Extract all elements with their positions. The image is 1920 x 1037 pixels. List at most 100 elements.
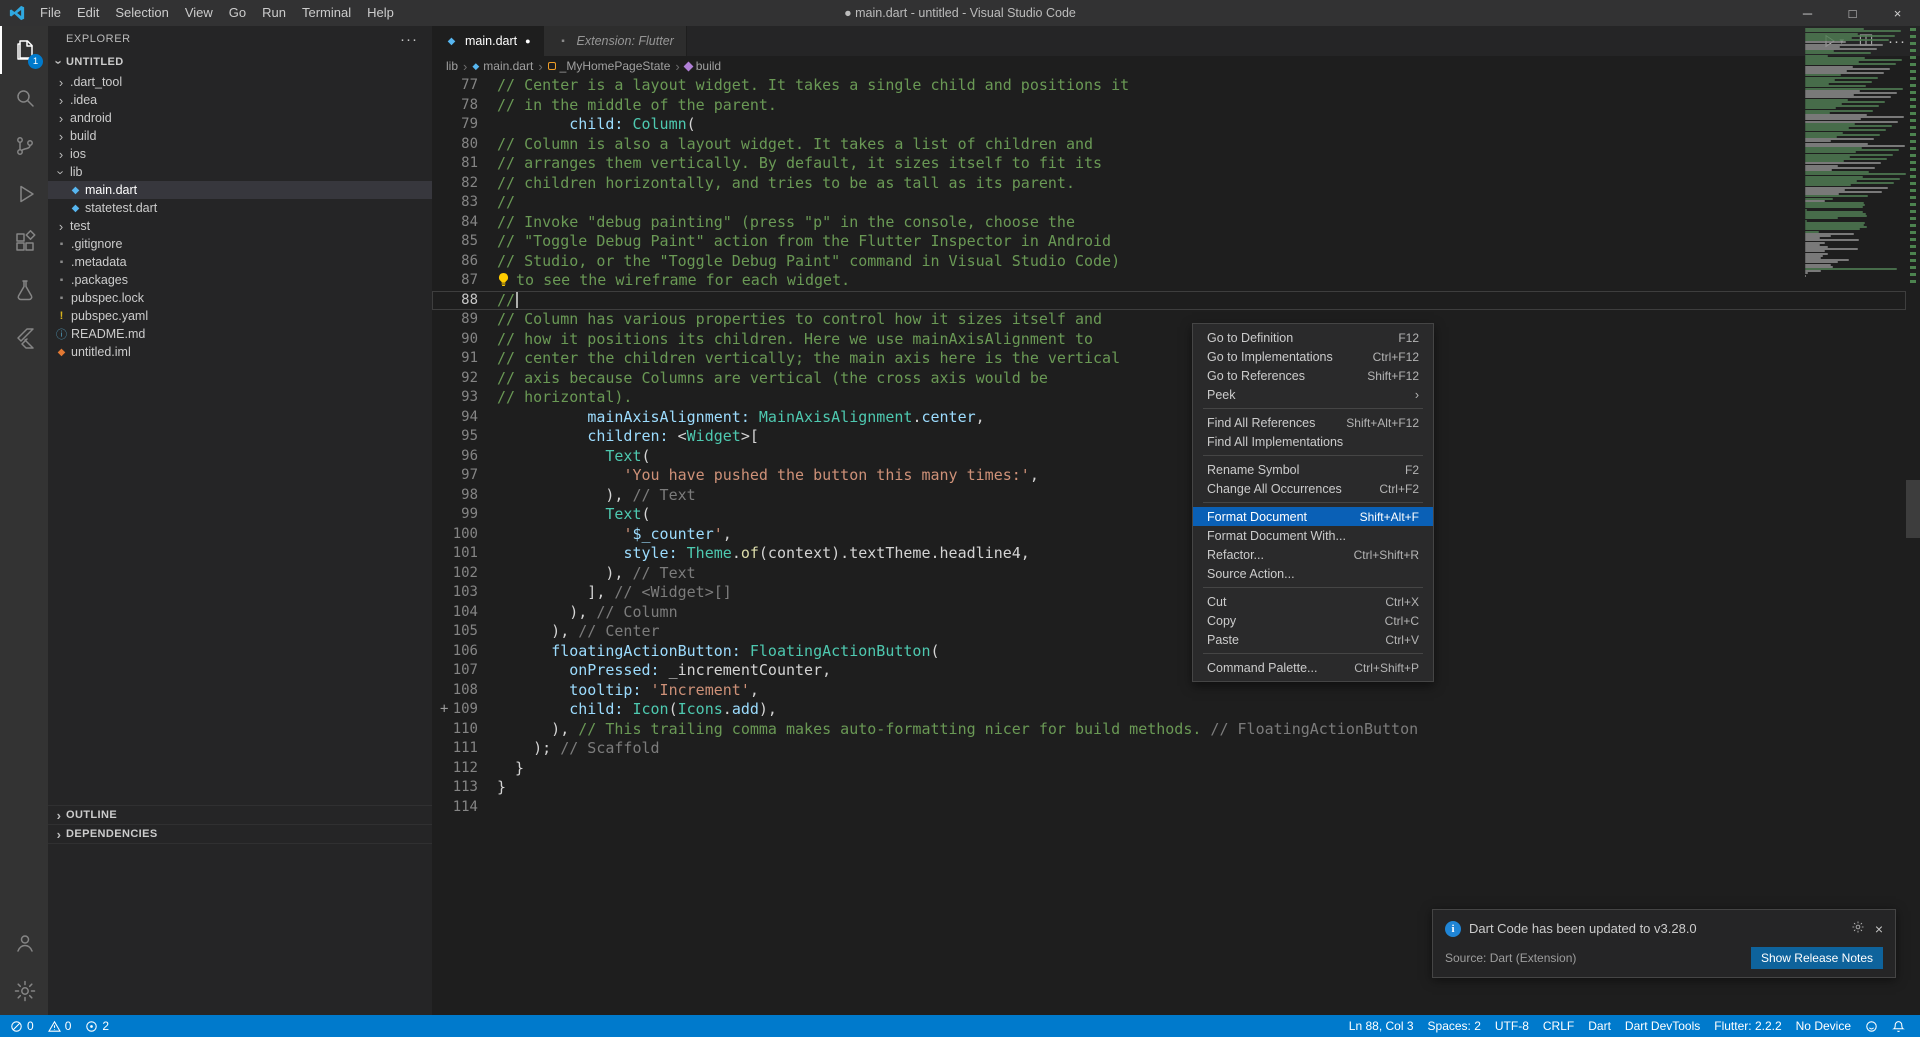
search-icon[interactable] <box>0 74 48 122</box>
views-more-actions-icon[interactable]: ··· <box>400 31 418 48</box>
breadcrumb-label: main.dart <box>483 59 534 73</box>
menu-run[interactable]: Run <box>254 0 294 26</box>
menu-item-go-to-implementations[interactable]: Go to Implementations Ctrl+F12 <box>1193 347 1433 366</box>
menu-item-refactor-[interactable]: Refactor... Ctrl+Shift+R <box>1193 545 1433 564</box>
breadcrumb-item-lib[interactable]: lib <box>446 59 458 73</box>
sidebar-title: EXPLORER <box>66 33 131 45</box>
minimap[interactable] <box>1801 26 1906 1015</box>
flutter-icon[interactable] <box>0 314 48 362</box>
status-warning-indicator[interactable]: 0 <box>46 1019 74 1033</box>
settings-gear-icon[interactable] <box>0 967 48 1015</box>
code-line-text: children: <Widget>[ <box>587 427 759 445</box>
show-release-notes-button[interactable]: Show Release Notes <box>1750 947 1883 969</box>
run-debug-icon[interactable] <box>0 170 48 218</box>
line-number: 87 <box>461 272 478 288</box>
menu-item-cut[interactable]: Cut Ctrl+X <box>1193 592 1433 611</box>
tree-item-pubspec-lock[interactable]: pubspec.lock <box>48 289 432 307</box>
status-error-indicator[interactable]: 0 <box>8 1019 36 1033</box>
notifications-bell-icon[interactable] <box>1885 1020 1912 1033</box>
menu-item-peek[interactable]: Peek › <box>1193 385 1433 404</box>
menu-item-find-all-references[interactable]: Find All References Shift+Alt+F12 <box>1193 413 1433 432</box>
breadcrumb-item-main-dart[interactable]: ◆ main.dart <box>472 59 533 73</box>
menu-item-paste[interactable]: Paste Ctrl+V <box>1193 630 1433 649</box>
menu-help[interactable]: Help <box>359 0 402 26</box>
menu-item-go-to-references[interactable]: Go to References Shift+F12 <box>1193 366 1433 385</box>
status-dart[interactable]: Dart <box>1581 1019 1618 1033</box>
status-spaces[interactable]: Spaces: 2 <box>1421 1019 1488 1033</box>
source-control-icon[interactable] <box>0 122 48 170</box>
tab-main-dart[interactable]: main.dart ● <box>432 26 544 56</box>
status-flutter[interactable]: Flutter: 2.2.2 <box>1707 1019 1788 1033</box>
feedback-icon[interactable] <box>1858 1020 1885 1033</box>
tree-item-lib[interactable]: › lib <box>48 163 432 181</box>
line-number: 80 <box>461 135 478 152</box>
status-no[interactable]: No Device <box>1789 1019 1858 1033</box>
tree-item--packages[interactable]: .packages <box>48 271 432 289</box>
code-line-text: tooltip: 'Increment', <box>569 680 759 699</box>
testing-icon[interactable] <box>0 266 48 314</box>
menu-item-go-to-definition[interactable]: Go to Definition F12 <box>1193 328 1433 347</box>
notification-settings-gear-icon[interactable] <box>1851 920 1865 937</box>
tab-extension-flutter[interactable]: Extension: Flutter <box>543 26 687 56</box>
outline-section-header[interactable]: › OUTLINE <box>48 806 432 825</box>
breadcrumb-label: _MyHomePageState <box>559 59 671 73</box>
extensions-icon[interactable] <box>0 218 48 266</box>
vertical-scrollbar[interactable] <box>1906 480 1920 538</box>
menu-edit[interactable]: Edit <box>69 0 107 26</box>
status-dart[interactable]: Dart DevTools <box>1618 1019 1707 1033</box>
breadcrumb-item--myhomepagestate[interactable]: _MyHomePageState <box>547 59 671 73</box>
close-button[interactable]: × <box>1875 0 1920 26</box>
code-editor[interactable]: 77 // Center is a layout widget. It takes… <box>432 76 1906 1015</box>
tree-item-pubspec-yaml[interactable]: pubspec.yaml <box>48 307 432 325</box>
overview-change-mark <box>1910 203 1916 206</box>
menu-go[interactable]: Go <box>221 0 254 26</box>
minimize-button[interactable]: ─ <box>1785 0 1830 26</box>
workspace-section-header[interactable]: › UNTITLED <box>48 52 432 72</box>
breadcrumb-item-build[interactable]: build <box>683 59 721 73</box>
line-number: 104 <box>452 603 478 620</box>
status-crlf[interactable]: CRLF <box>1536 1019 1581 1033</box>
tree-item-ios[interactable]: › ios <box>48 145 432 163</box>
tree-item-build[interactable]: › build <box>48 127 432 145</box>
dependencies-section-header[interactable]: › DEPENDENCIES <box>48 825 432 844</box>
tree-item--dart-tool[interactable]: › .dart_tool <box>48 73 432 91</box>
menu-selection[interactable]: Selection <box>107 0 176 26</box>
chevron-right-icon: › <box>56 807 62 823</box>
menu-view[interactable]: View <box>177 0 221 26</box>
maximize-button[interactable]: □ <box>1830 0 1875 26</box>
menu-item-source-action-[interactable]: Source Action... <box>1193 564 1433 583</box>
menu-terminal[interactable]: Terminal <box>294 0 359 26</box>
tree-item-test[interactable]: › test <box>48 217 432 235</box>
menu-item-rename-symbol[interactable]: Rename Symbol F2 <box>1193 460 1433 479</box>
status-utf-8[interactable]: UTF-8 <box>1488 1019 1536 1033</box>
tree-item--metadata[interactable]: .metadata <box>48 253 432 271</box>
accounts-icon[interactable] <box>0 919 48 967</box>
tree-item--idea[interactable]: › .idea <box>48 91 432 109</box>
chevron-right-icon: › <box>58 110 64 126</box>
menu-item-change-all-occurrences[interactable]: Change All Occurrences Ctrl+F2 <box>1193 479 1433 498</box>
notification-close-icon[interactable]: × <box>1875 921 1883 937</box>
tree-item-statetest-dart[interactable]: statetest.dart <box>48 199 432 217</box>
status-circle-indicator[interactable]: 2 <box>83 1019 111 1033</box>
tab-label: main.dart <box>465 34 518 48</box>
lightbulb-icon[interactable] <box>497 272 510 293</box>
tree-item--gitignore[interactable]: .gitignore <box>48 235 432 253</box>
status-ln[interactable]: Ln 88, Col 3 <box>1342 1019 1421 1033</box>
tree-item-main-dart[interactable]: main.dart <box>48 181 432 199</box>
tree-item-label: untitled.iml <box>71 345 131 359</box>
menu-item-format-document-with-[interactable]: Format Document With... <box>1193 526 1433 545</box>
code-line-text: ), // This trailing comma makes auto-for… <box>497 719 1419 738</box>
tree-item-readme-md[interactable]: README.md <box>48 325 432 343</box>
line-number: 100 <box>452 525 478 542</box>
menu-item-format-document[interactable]: Format Document Shift+Alt+F <box>1193 507 1433 526</box>
menu-item-command-palette-[interactable]: Command Palette... Ctrl+Shift+P <box>1193 658 1433 677</box>
menu-item-find-all-implementations[interactable]: Find All Implementations <box>1193 432 1433 451</box>
menu-file[interactable]: File <box>32 0 69 26</box>
method-symbol-icon <box>683 61 694 71</box>
code-line-90: 90 // how it positions its children. Here… <box>432 330 1906 350</box>
tree-item-untitled-iml[interactable]: untitled.iml <box>48 343 432 361</box>
menu-item-copy[interactable]: Copy Ctrl+C <box>1193 611 1433 630</box>
line-number: 99 <box>461 506 478 522</box>
tree-item-android[interactable]: › android <box>48 109 432 127</box>
explorer-icon[interactable]: 1 <box>0 26 48 74</box>
